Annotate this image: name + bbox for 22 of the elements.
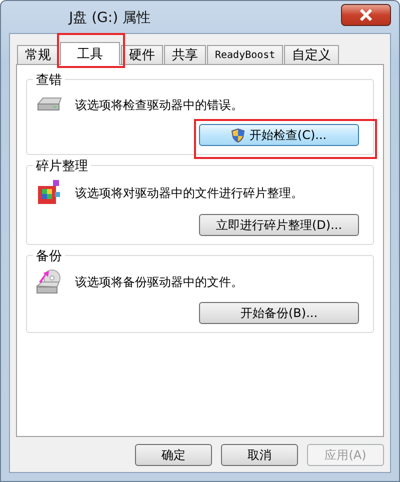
action-button[interactable]: 开始备份(B)... — [199, 302, 359, 324]
description-text: 该选项将对驱动器中的文件进行碎片整理。 — [75, 184, 303, 202]
dialog-button[interactable]: 确定 — [135, 444, 212, 466]
window-title: J盘 (G:) 属性 — [69, 9, 151, 27]
tab[interactable]: 共享 — [164, 45, 206, 64]
dialog-button[interactable]: 取消 — [221, 444, 298, 466]
group-title: 碎片整理 — [33, 157, 91, 175]
tab[interactable]: ReadyBoost — [207, 45, 284, 64]
tab[interactable]: 工具 — [60, 42, 120, 65]
close-button[interactable] — [341, 4, 391, 26]
close-icon — [359, 9, 373, 21]
shield-icon — [231, 128, 246, 142]
tab[interactable]: 自定义 — [284, 45, 340, 64]
action-button[interactable]: 开始检查(C)... — [199, 124, 359, 146]
action-button[interactable]: 立即进行碎片整理(D)... — [199, 214, 359, 236]
backup-icon — [35, 268, 63, 296]
description-text: 该选项将检查驱动器中的错误。 — [75, 96, 243, 114]
description-text: 该选项将备份驱动器中的文件。 — [75, 274, 243, 290]
tab[interactable]: 常规 — [17, 45, 59, 64]
tab[interactable]: 硬件 — [121, 45, 163, 64]
group-title: 备份 — [33, 247, 65, 265]
group-title: 查错 — [33, 71, 65, 89]
